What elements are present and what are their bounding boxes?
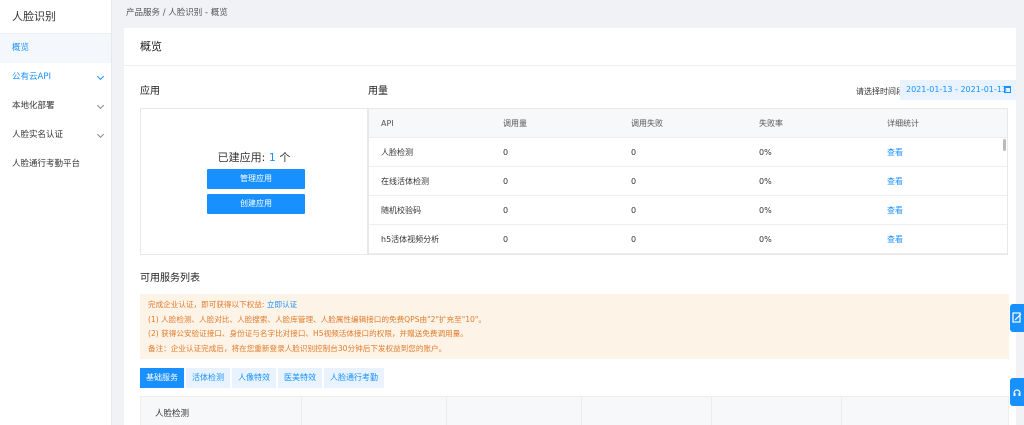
view-detail-link[interactable]: 查看 bbox=[887, 206, 903, 215]
sidebar-item-local-deploy[interactable]: 本地化部署 bbox=[0, 92, 111, 121]
notice-line: 完成企业认证，即可获得以下权益: 立即认证 bbox=[148, 298, 1001, 313]
apps-count-label: 已建应用: bbox=[217, 151, 269, 164]
api-name: 人脸检测 bbox=[381, 148, 413, 157]
services-section-title: 可用服务列表 bbox=[140, 273, 200, 284]
sidebar-item-label: 人脸实名认证 bbox=[12, 130, 64, 140]
apps-count-number: 1 bbox=[268, 151, 276, 164]
column-header: 调用失败 bbox=[631, 119, 663, 128]
notice-line: (2) 获得公安验证接口、身份证与名字比对接口、H5视频活体接口的权限，并赠送免… bbox=[148, 329, 468, 338]
notice-line: 备注：企业认证完成后，将在您重新登录人脸识别控制台30分钟后下发权益到您的账户。 bbox=[148, 343, 447, 353]
fail-rate: 0% bbox=[759, 177, 772, 186]
column-header: 调用量 bbox=[503, 119, 527, 128]
tab-basic-services[interactable]: 基础服务 bbox=[140, 368, 184, 388]
sidebar-title: 人脸识别 bbox=[0, 0, 111, 34]
date-range-label: 请选择时间段 bbox=[856, 87, 904, 96]
notice-text: 完成企业认证，即可获得以下权益: bbox=[148, 300, 267, 309]
table-header-cell: 人脸检测 bbox=[155, 409, 190, 419]
services-table: 人脸检测 bbox=[140, 396, 1009, 425]
fail-count: 0 bbox=[631, 177, 637, 186]
column-divider bbox=[446, 397, 447, 425]
view-detail-link[interactable]: 查看 bbox=[887, 177, 903, 186]
usage-table: API 调用量 调用失败 失败率 详细统计 人脸检测 0 0 0% 查看 在线活… bbox=[368, 108, 1008, 255]
calendar-icon bbox=[1004, 86, 1011, 93]
chevron-down-icon bbox=[96, 130, 105, 138]
manage-apps-button[interactable]: 管理应用 bbox=[207, 169, 305, 189]
call-count: 0 bbox=[503, 148, 509, 157]
view-detail-link[interactable]: 查看 bbox=[887, 235, 903, 244]
table-header: API 调用量 调用失败 失败率 详细统计 bbox=[369, 109, 1007, 138]
column-divider bbox=[711, 397, 712, 425]
call-count: 0 bbox=[503, 235, 509, 244]
tab-liveness[interactable]: 活体检测 bbox=[186, 368, 230, 388]
fail-count: 0 bbox=[631, 148, 637, 157]
notice-line: (1) 人脸检测、人脸对比、人脸搜索、人脸库管理、人脸属性编辑接口的免费QPS由… bbox=[148, 314, 486, 324]
column-header: 失败率 bbox=[759, 119, 783, 128]
sidebar-item-label: 人脸通行考勤平台 bbox=[12, 159, 81, 169]
main-panel: 概览 应用 用量 请选择时间段 2021-01-13 - 2021-01-13 … bbox=[124, 28, 1016, 425]
apps-count-unit: 个 bbox=[275, 151, 291, 164]
apps-card: 已建应用: 1 个 管理应用 创建应用 bbox=[140, 108, 368, 255]
verify-now-link[interactable]: 立即认证 bbox=[267, 300, 297, 309]
service-tabs: 基础服务 活体检测 人像特效 医美特效 人脸通行考勤 bbox=[140, 368, 386, 388]
sidebar: 人脸识别 概览 公有云API 本地化部署 人脸实名认证 人脸通行考勤平台 bbox=[0, 0, 112, 425]
table-scrollbar[interactable] bbox=[1003, 139, 1006, 151]
support-button[interactable] bbox=[1010, 378, 1024, 406]
table-row: h5活体视频分析 0 0 0% 查看 bbox=[369, 225, 1007, 254]
sidebar-item-attendance[interactable]: 人脸通行考勤平台 bbox=[0, 150, 111, 179]
column-header: API bbox=[381, 119, 394, 128]
chevron-down-icon bbox=[96, 72, 105, 80]
table-row: 随机校验码 0 0 0% 查看 bbox=[369, 196, 1007, 225]
tab-portrait-effects[interactable]: 人像特效 bbox=[232, 368, 276, 388]
chevron-down-icon bbox=[96, 101, 105, 109]
usage-section-title: 用量 bbox=[368, 86, 388, 97]
apps-count: 已建应用: 1 个 bbox=[141, 149, 367, 165]
sidebar-item-label: 公有云API bbox=[12, 72, 51, 82]
fail-rate: 0% bbox=[759, 206, 772, 215]
breadcrumb: 产品服务 / 人脸识别 - 概览 bbox=[112, 0, 1024, 26]
column-header: 详细统计 bbox=[887, 119, 919, 128]
sidebar-item-label: 概览 bbox=[12, 43, 30, 53]
create-app-button[interactable]: 创建应用 bbox=[207, 194, 305, 214]
fail-rate: 0% bbox=[759, 148, 772, 157]
headset-icon bbox=[1013, 389, 1021, 396]
tab-face-attendance[interactable]: 人脸通行考勤 bbox=[324, 368, 384, 388]
enterprise-auth-notice: 完成企业认证，即可获得以下权益: 立即认证 (1) 人脸检测、人脸对比、人脸搜索… bbox=[140, 294, 1009, 359]
view-detail-link[interactable]: 查看 bbox=[887, 148, 903, 157]
column-divider bbox=[841, 397, 842, 425]
apps-section-title: 应用 bbox=[140, 86, 160, 97]
page-title: 概览 bbox=[124, 28, 1016, 66]
table-row: 在线活体检测 0 0 0% 查看 bbox=[369, 167, 1007, 196]
call-count: 0 bbox=[503, 177, 509, 186]
api-name: h5活体视频分析 bbox=[381, 235, 440, 244]
edit-icon bbox=[1012, 312, 1022, 323]
fail-count: 0 bbox=[631, 235, 637, 244]
table-row: 人脸检测 0 0 0% 查看 bbox=[369, 138, 1007, 167]
api-name: 随机校验码 bbox=[381, 206, 421, 215]
column-divider bbox=[301, 397, 302, 425]
sidebar-item-label: 本地化部署 bbox=[12, 101, 55, 111]
date-range-value: 2021-01-13 - 2021-01-13 bbox=[906, 85, 1007, 94]
api-name: 在线活体检测 bbox=[381, 177, 429, 186]
sidebar-item-public-cloud-api[interactable]: 公有云API bbox=[0, 63, 111, 92]
fail-rate: 0% bbox=[759, 235, 772, 244]
column-divider bbox=[581, 397, 582, 425]
sidebar-item-overview[interactable]: 概览 bbox=[0, 34, 111, 63]
tab-medical-beauty[interactable]: 医美特效 bbox=[278, 368, 322, 388]
feedback-button[interactable] bbox=[1010, 304, 1024, 332]
call-count: 0 bbox=[503, 206, 509, 215]
sidebar-item-face-realname[interactable]: 人脸实名认证 bbox=[0, 121, 111, 150]
fail-count: 0 bbox=[631, 206, 637, 215]
date-range-picker[interactable]: 2021-01-13 - 2021-01-13 bbox=[900, 80, 1016, 100]
